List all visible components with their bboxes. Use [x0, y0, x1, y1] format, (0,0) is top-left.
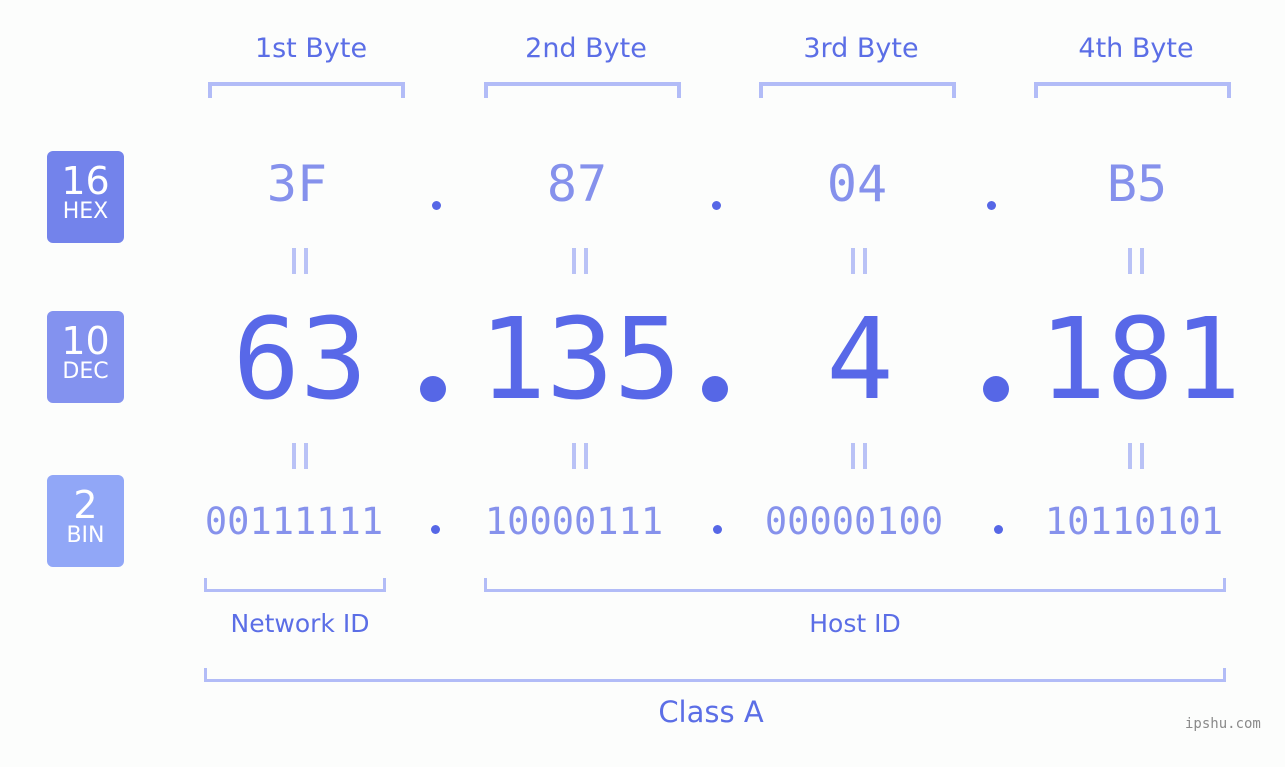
equals-icon — [572, 248, 588, 274]
byte-bracket-1 — [208, 82, 405, 98]
hex-base: 16 — [61, 159, 110, 203]
equals-icon — [292, 443, 308, 469]
byte-label-3: 3rd Byte — [803, 33, 919, 64]
equals-icon — [292, 248, 308, 274]
byte-bracket-3 — [759, 82, 956, 98]
equals-icon — [851, 443, 867, 469]
dec-dot-3 — [983, 376, 1009, 402]
bin-label: BIN — [66, 523, 105, 548]
network-id-bracket — [204, 578, 386, 592]
bin-base: 2 — [73, 483, 98, 527]
bin-byte-2: 10000111 — [484, 500, 664, 543]
equals-icon — [851, 248, 867, 274]
byte-bracket-2 — [484, 82, 681, 98]
hex-dot-3 — [987, 201, 996, 210]
dec-dot-1 — [420, 376, 446, 402]
bin-dot-3 — [994, 525, 1003, 534]
hex-byte-1: 3F — [266, 155, 328, 213]
dec-byte-3: 4 — [826, 295, 894, 425]
bin-byte-1: 00111111 — [204, 500, 384, 543]
bin-dot-2 — [713, 525, 722, 534]
hex-dot-2 — [712, 201, 721, 210]
byte-bracket-4 — [1034, 82, 1231, 98]
hex-byte-3: 04 — [826, 155, 888, 213]
bin-byte-4: 10110101 — [1044, 500, 1224, 543]
hex-badge: 16 HEX — [47, 151, 124, 243]
hex-byte-2: 87 — [546, 155, 608, 213]
hex-dot-1 — [432, 201, 441, 210]
hex-label: HEX — [62, 199, 109, 224]
dec-byte-1: 63 — [232, 295, 368, 425]
equals-icon — [1128, 443, 1144, 469]
network-id-label: Network ID — [230, 609, 370, 638]
host-id-bracket — [484, 578, 1226, 592]
byte-label-4: 4th Byte — [1078, 33, 1194, 64]
dec-base: 10 — [61, 319, 110, 363]
equals-icon — [572, 443, 588, 469]
bin-dot-1 — [431, 525, 440, 534]
hex-byte-4: B5 — [1106, 155, 1168, 213]
bin-byte-3: 00000100 — [764, 500, 944, 543]
dec-byte-2: 135 — [478, 295, 682, 425]
byte-label-1: 1st Byte — [254, 33, 368, 64]
class-bracket — [204, 668, 1226, 682]
class-label: Class A — [658, 695, 764, 729]
dec-label: DEC — [62, 359, 109, 384]
host-id-label: Host ID — [809, 609, 901, 638]
bin-badge: 2 BIN — [47, 475, 124, 567]
watermark: ipshu.com — [1185, 716, 1261, 732]
equals-icon — [1128, 248, 1144, 274]
dec-badge: 10 DEC — [47, 311, 124, 403]
dec-byte-4: 181 — [1038, 295, 1242, 425]
byte-label-2: 2nd Byte — [525, 33, 647, 64]
dec-dot-2 — [702, 376, 728, 402]
